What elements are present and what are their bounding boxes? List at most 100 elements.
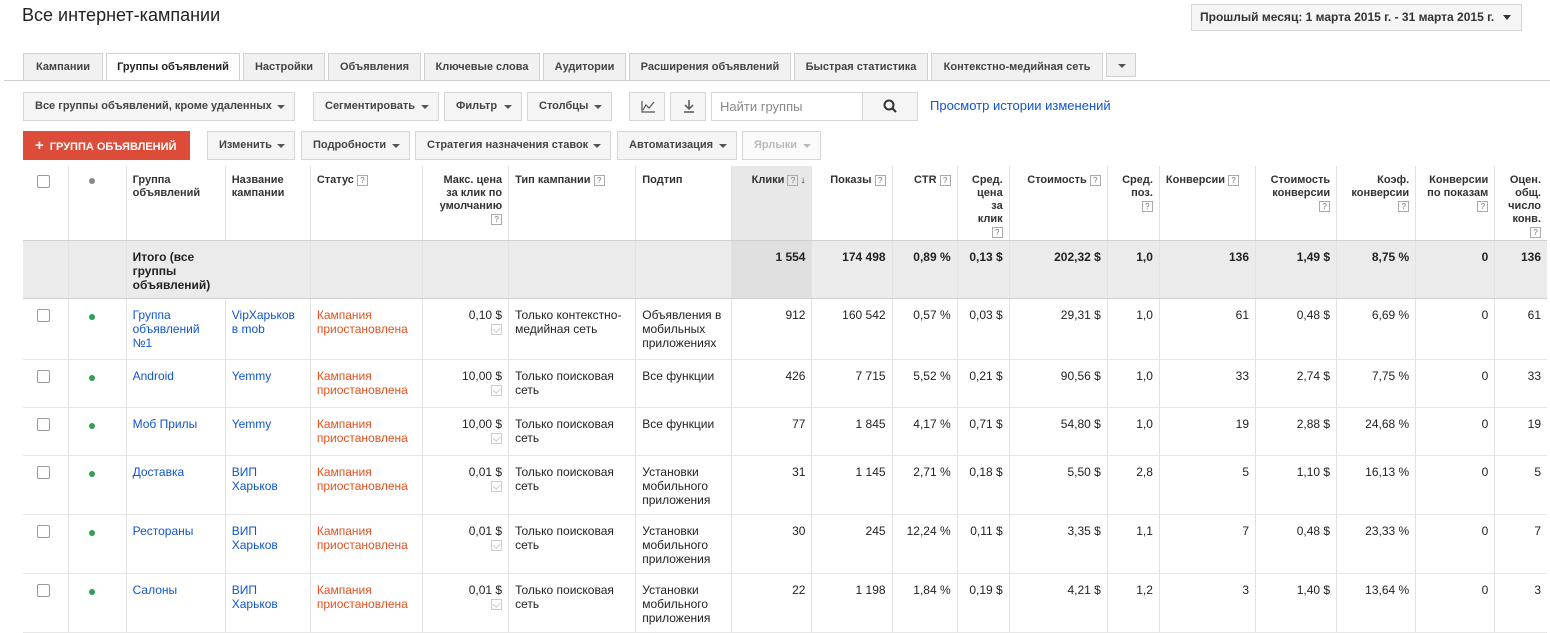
ad-group-link[interactable]: Android xyxy=(126,359,226,408)
labels-button[interactable]: Ярлыки xyxy=(742,131,821,160)
help-icon[interactable]: ? xyxy=(991,226,1003,238)
max-cpc-cell[interactable]: 0,01 $ xyxy=(422,455,510,515)
row-checkbox[interactable] xyxy=(37,524,50,538)
tab-keywords[interactable]: Ключевые слова xyxy=(424,53,540,80)
bid-strategy-label: Стратегия назначения ставок xyxy=(427,139,589,151)
max-cpc-cell[interactable]: 10,00 $ xyxy=(422,407,510,456)
max-cpc-cell[interactable]: 10,00 $ xyxy=(422,359,510,408)
bid-status-icon xyxy=(491,384,503,396)
ad-group-link[interactable]: Доставка xyxy=(126,455,226,515)
campaign-link[interactable]: ВИП Харьков xyxy=(225,573,311,633)
ad-group-link[interactable]: Моб Прилы xyxy=(126,407,226,456)
col-header-ctr[interactable]: CTR ? xyxy=(892,166,958,241)
bid-strategy-button[interactable]: Стратегия назначения ставок xyxy=(415,131,611,160)
est-conv-cell: 3 xyxy=(1494,573,1547,633)
select-all-header[interactable] xyxy=(23,166,69,241)
tab-quick-stats[interactable]: Быстрая статистика xyxy=(794,53,928,80)
col-header-campaign-type[interactable]: Тип кампании ? xyxy=(508,166,637,241)
ad-group-link[interactable]: Группа объявлений №1 xyxy=(126,298,226,360)
col-header-view-conv[interactable]: Конверсии по показам? xyxy=(1415,166,1496,241)
campaign-link[interactable]: Yemmy xyxy=(225,407,311,456)
col-header-status[interactable]: Статус ? xyxy=(310,166,423,241)
automate-button[interactable]: Автоматизация xyxy=(617,131,737,160)
help-icon[interactable]: ? xyxy=(787,174,799,186)
campaign-link[interactable]: Yemmy xyxy=(225,359,311,408)
help-icon[interactable]: ? xyxy=(1319,200,1331,212)
col-header-campaign-label: Название кампании xyxy=(231,174,285,199)
tab-audiences[interactable]: Аудитории xyxy=(543,53,626,80)
col-header-max-cpc[interactable]: Макс. цена за клик по умолчанию? xyxy=(422,166,510,241)
edit-button[interactable]: Изменить xyxy=(207,131,295,160)
help-icon[interactable]: ? xyxy=(1141,200,1153,212)
enabled-status-icon xyxy=(88,422,95,429)
col-header-conversions[interactable]: Конверсии ? xyxy=(1159,166,1257,241)
help-icon[interactable]: ? xyxy=(939,174,951,186)
col-header-avg-cpc[interactable]: Сред. цена за клик? xyxy=(957,166,1010,241)
chart-toggle-button[interactable] xyxy=(629,92,665,121)
help-icon[interactable]: ? xyxy=(1089,174,1101,186)
ad-group-link[interactable]: Рестораны xyxy=(126,514,226,574)
download-button[interactable] xyxy=(670,92,706,121)
date-range-label: Прошлый месяц: 1 марта 2015 г. - 31 март… xyxy=(1200,10,1495,24)
help-icon[interactable]: ? xyxy=(1398,200,1410,212)
tab-ad-extensions[interactable]: Расширения объявлений xyxy=(629,53,791,80)
col-header-cost[interactable]: Стоимость ? xyxy=(1009,166,1108,241)
tab-ads[interactable]: Объявления xyxy=(328,53,421,80)
search-button[interactable] xyxy=(862,92,918,121)
date-range-selector[interactable]: Прошлый месяц: 1 марта 2015 г. - 31 март… xyxy=(1191,4,1522,31)
tab-settings[interactable]: Настройки xyxy=(243,53,325,80)
col-header-cost-conv[interactable]: Стоимость конверсии? xyxy=(1255,166,1338,241)
max-cpc-cell[interactable]: 0,01 $ xyxy=(422,573,510,633)
tab-display-network[interactable]: Контекстно-медийная сеть xyxy=(931,53,1103,80)
col-header-impressions[interactable]: Показы ? xyxy=(811,166,893,241)
campaign-link[interactable]: ВИП Харьков xyxy=(225,455,311,515)
max-cpc-value: 0,01 $ xyxy=(468,464,503,479)
tab-campaigns[interactable]: Кампании xyxy=(23,53,103,80)
tab-ad-groups[interactable]: Группы объявлений xyxy=(106,53,240,81)
add-ad-group-button[interactable]: + ГРУППА ОБЪЯВЛЕНИЙ xyxy=(23,131,190,160)
search-input[interactable] xyxy=(711,92,863,121)
view-conv-cell: 0 xyxy=(1415,407,1496,456)
campaign-type-cell: Только поисковая сеть xyxy=(508,573,637,633)
row-checkbox[interactable] xyxy=(37,465,50,479)
columns-button[interactable]: Столбцы xyxy=(527,92,612,121)
details-label: Подробности xyxy=(313,139,387,151)
tabs-more-button[interactable] xyxy=(1106,53,1136,77)
ad-group-link[interactable]: Салоны xyxy=(126,573,226,633)
col-header-group[interactable]: Группа объявлений xyxy=(126,166,226,241)
details-button[interactable]: Подробности xyxy=(301,131,410,160)
change-history-link[interactable]: Просмотр истории изменений xyxy=(930,98,1111,113)
ctr-cell: 2,71 % xyxy=(892,455,958,515)
max-cpc-cell[interactable]: 0,01 $ xyxy=(422,514,510,574)
help-icon[interactable]: ? xyxy=(356,174,368,186)
row-checkbox[interactable] xyxy=(37,583,50,597)
help-icon[interactable]: ? xyxy=(491,213,503,225)
col-header-conv-rate[interactable]: Коэф. конверсии? xyxy=(1336,166,1417,241)
avg-pos-cell: 1,2 xyxy=(1107,573,1160,633)
help-icon[interactable]: ? xyxy=(1477,200,1489,212)
campaign-type-cell: Только контекстно-медийная сеть xyxy=(508,298,637,360)
col-header-subtype[interactable]: Подтип xyxy=(635,166,733,241)
col-header-avg-cpc-label: Сред. цена за клик xyxy=(971,174,1003,225)
help-icon[interactable]: ? xyxy=(593,174,605,186)
row-checkbox[interactable] xyxy=(37,369,50,383)
col-header-clicks[interactable]: Клики ? ↓ xyxy=(731,166,813,241)
help-icon[interactable]: ? xyxy=(874,174,886,186)
enabled-status-icon xyxy=(88,588,95,595)
row-checkbox[interactable] xyxy=(37,308,50,322)
filter-button[interactable]: Фильтр xyxy=(444,92,522,121)
col-header-est-conv[interactable]: Оцен. общ. число конв.? xyxy=(1494,166,1547,241)
col-header-avg-pos[interactable]: Сред. поз.? xyxy=(1107,166,1160,241)
select-all-checkbox[interactable] xyxy=(37,175,50,188)
filter-scope-dropdown[interactable]: Все группы объявлений, кроме удаленных xyxy=(23,92,295,121)
help-icon[interactable]: ? xyxy=(1530,226,1541,238)
row-checkbox[interactable] xyxy=(37,417,50,431)
segment-button[interactable]: Сегментировать xyxy=(313,92,439,121)
col-header-campaign[interactable]: Название кампании xyxy=(225,166,311,241)
subtype-cell: Все функции xyxy=(635,359,733,408)
max-cpc-cell[interactable]: 0,10 $ xyxy=(422,298,510,360)
impressions-cell: 1 145 xyxy=(811,455,893,515)
help-icon[interactable]: ? xyxy=(1228,174,1240,186)
campaign-link[interactable]: VipХарьков в mob xyxy=(225,298,311,360)
campaign-link[interactable]: ВИП Харьков xyxy=(225,514,311,574)
